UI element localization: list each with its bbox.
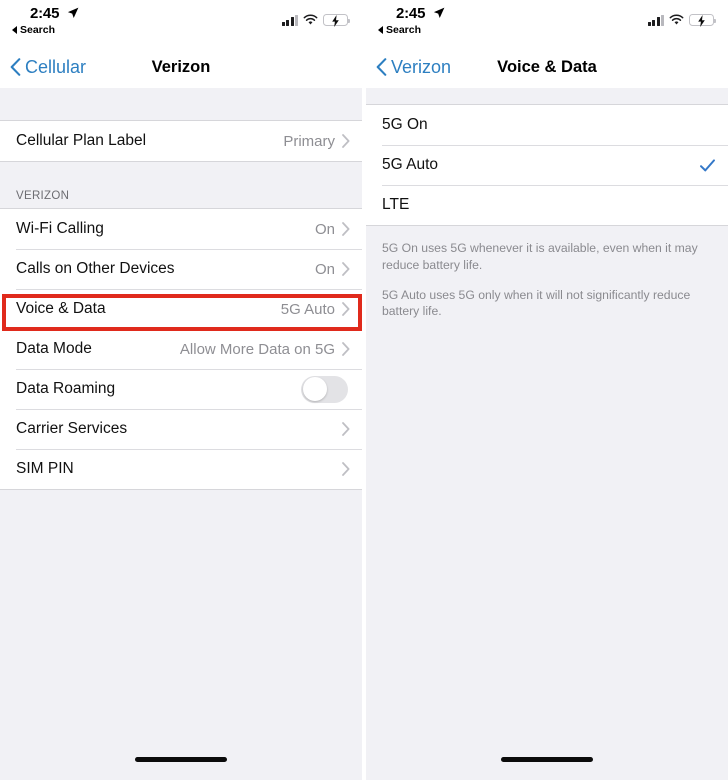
row-label: Carrier Services [16, 420, 128, 437]
option-row-lte[interactable]: LTE [366, 185, 728, 225]
row-cellular-plan-label[interactable]: Cellular Plan Label Primary [0, 121, 362, 161]
row-value: 5G Auto [280, 300, 335, 318]
option-label: LTE [382, 196, 410, 213]
row-label: Data Mode [16, 340, 92, 357]
home-indicator-left [0, 757, 362, 762]
row-label: SIM PIN [16, 460, 74, 477]
chevron-right-icon [342, 462, 350, 476]
footer-note-5g-auto: 5G Auto uses 5G only when it will not si… [382, 287, 691, 319]
option-label: 5G Auto [382, 156, 439, 173]
status-bar-left: 2:45 Search [0, 0, 362, 46]
row-value: On [314, 260, 335, 278]
chevron-right-icon [342, 134, 350, 148]
settings-content-right: 5G On 5G Auto LTE 5G On uses 5G whenever… [366, 88, 728, 780]
status-back-to-app[interactable]: Search [12, 24, 55, 36]
row-data-roaming[interactable]: Data Roaming [0, 369, 362, 409]
page-title-right: Voice & Data [497, 57, 597, 76]
status-back-app-label: Search [20, 24, 56, 36]
right-phone-panel: 2:45 Search Verizon Voice & Data 5G On 5… [366, 0, 728, 780]
footer-note-5g-on: 5G On uses 5G whenever it is available, … [382, 241, 698, 272]
row-label: Calls on Other Devices [16, 260, 175, 277]
battery-charging-icon [323, 14, 350, 27]
status-time: 2:45 [30, 5, 60, 22]
carrier-list: Wi-Fi Calling On Calls on Other Devices … [0, 208, 362, 490]
status-back-app-label: Search [386, 24, 422, 36]
chevron-right-icon [342, 302, 350, 316]
chevron-right-icon [342, 262, 350, 276]
row-label: Voice & Data [16, 300, 106, 317]
row-value: Primary [283, 132, 335, 150]
cellular-signal-icon [281, 15, 298, 26]
home-indicator-right [366, 757, 728, 762]
row-sim-pin[interactable]: SIM PIN [0, 449, 362, 489]
option-row-5g-on[interactable]: 5G On [366, 105, 728, 145]
cellular-signal-icon [647, 15, 664, 26]
status-time: 2:45 [396, 5, 426, 22]
toggle-knob [302, 377, 327, 401]
row-carrier-services[interactable]: Carrier Services [0, 409, 362, 449]
row-voice-and-data[interactable]: Voice & Data 5G Auto [0, 289, 362, 329]
wifi-icon [303, 14, 318, 25]
voice-data-footer-notes: 5G On uses 5G whenever it is available, … [366, 226, 728, 321]
nav-bar-left: Cellular Verizon [0, 46, 362, 88]
screenshot-stage: 2:45 Search Cellular Verizon Cellular Pl… [0, 0, 728, 780]
left-phone-panel: 2:45 Search Cellular Verizon Cellular Pl… [0, 0, 362, 780]
plan-list: Cellular Plan Label Primary [0, 120, 362, 162]
top-spacer [366, 88, 728, 104]
lightning-bolt-icon [697, 15, 705, 27]
chevron-right-icon [342, 422, 350, 436]
option-label: 5G On [382, 116, 428, 133]
voice-data-options-list: 5G On 5G Auto LTE [366, 104, 728, 226]
chevron-right-icon [342, 342, 350, 356]
status-indicators [281, 12, 350, 27]
top-spacer [0, 88, 362, 120]
wifi-icon [669, 14, 684, 25]
checkmark-icon [700, 158, 715, 171]
page-title-left: Verizon [151, 57, 211, 76]
row-label: Data Roaming [16, 380, 116, 397]
row-calls-on-other-devices[interactable]: Calls on Other Devices On [0, 249, 362, 289]
row-value: Allow More Data on 5G [179, 340, 335, 358]
nav-bar-right: Verizon Voice & Data [366, 46, 728, 88]
row-data-mode[interactable]: Data Mode Allow More Data on 5G [0, 329, 362, 369]
section-header-verizon: VERIZON [0, 162, 362, 208]
option-row-5g-auto[interactable]: 5G Auto [366, 145, 728, 185]
location-arrow-icon [67, 7, 79, 18]
battery-charging-icon [689, 14, 716, 27]
row-label: Wi-Fi Calling [16, 220, 104, 237]
triangle-left-icon [12, 26, 17, 34]
chevron-right-icon [342, 222, 350, 236]
location-arrow-icon [433, 7, 445, 18]
data-roaming-toggle[interactable] [301, 375, 348, 403]
settings-content-left: Cellular Plan Label Primary VERIZON Wi-F… [0, 88, 362, 780]
lightning-bolt-icon [331, 15, 339, 27]
triangle-left-icon [378, 26, 383, 34]
row-wifi-calling[interactable]: Wi-Fi Calling On [0, 209, 362, 249]
status-back-to-app[interactable]: Search [378, 24, 421, 36]
row-label: Cellular Plan Label [16, 132, 147, 149]
status-indicators [647, 12, 716, 27]
status-bar-right: 2:45 Search [366, 0, 728, 46]
row-value: On [314, 220, 335, 238]
